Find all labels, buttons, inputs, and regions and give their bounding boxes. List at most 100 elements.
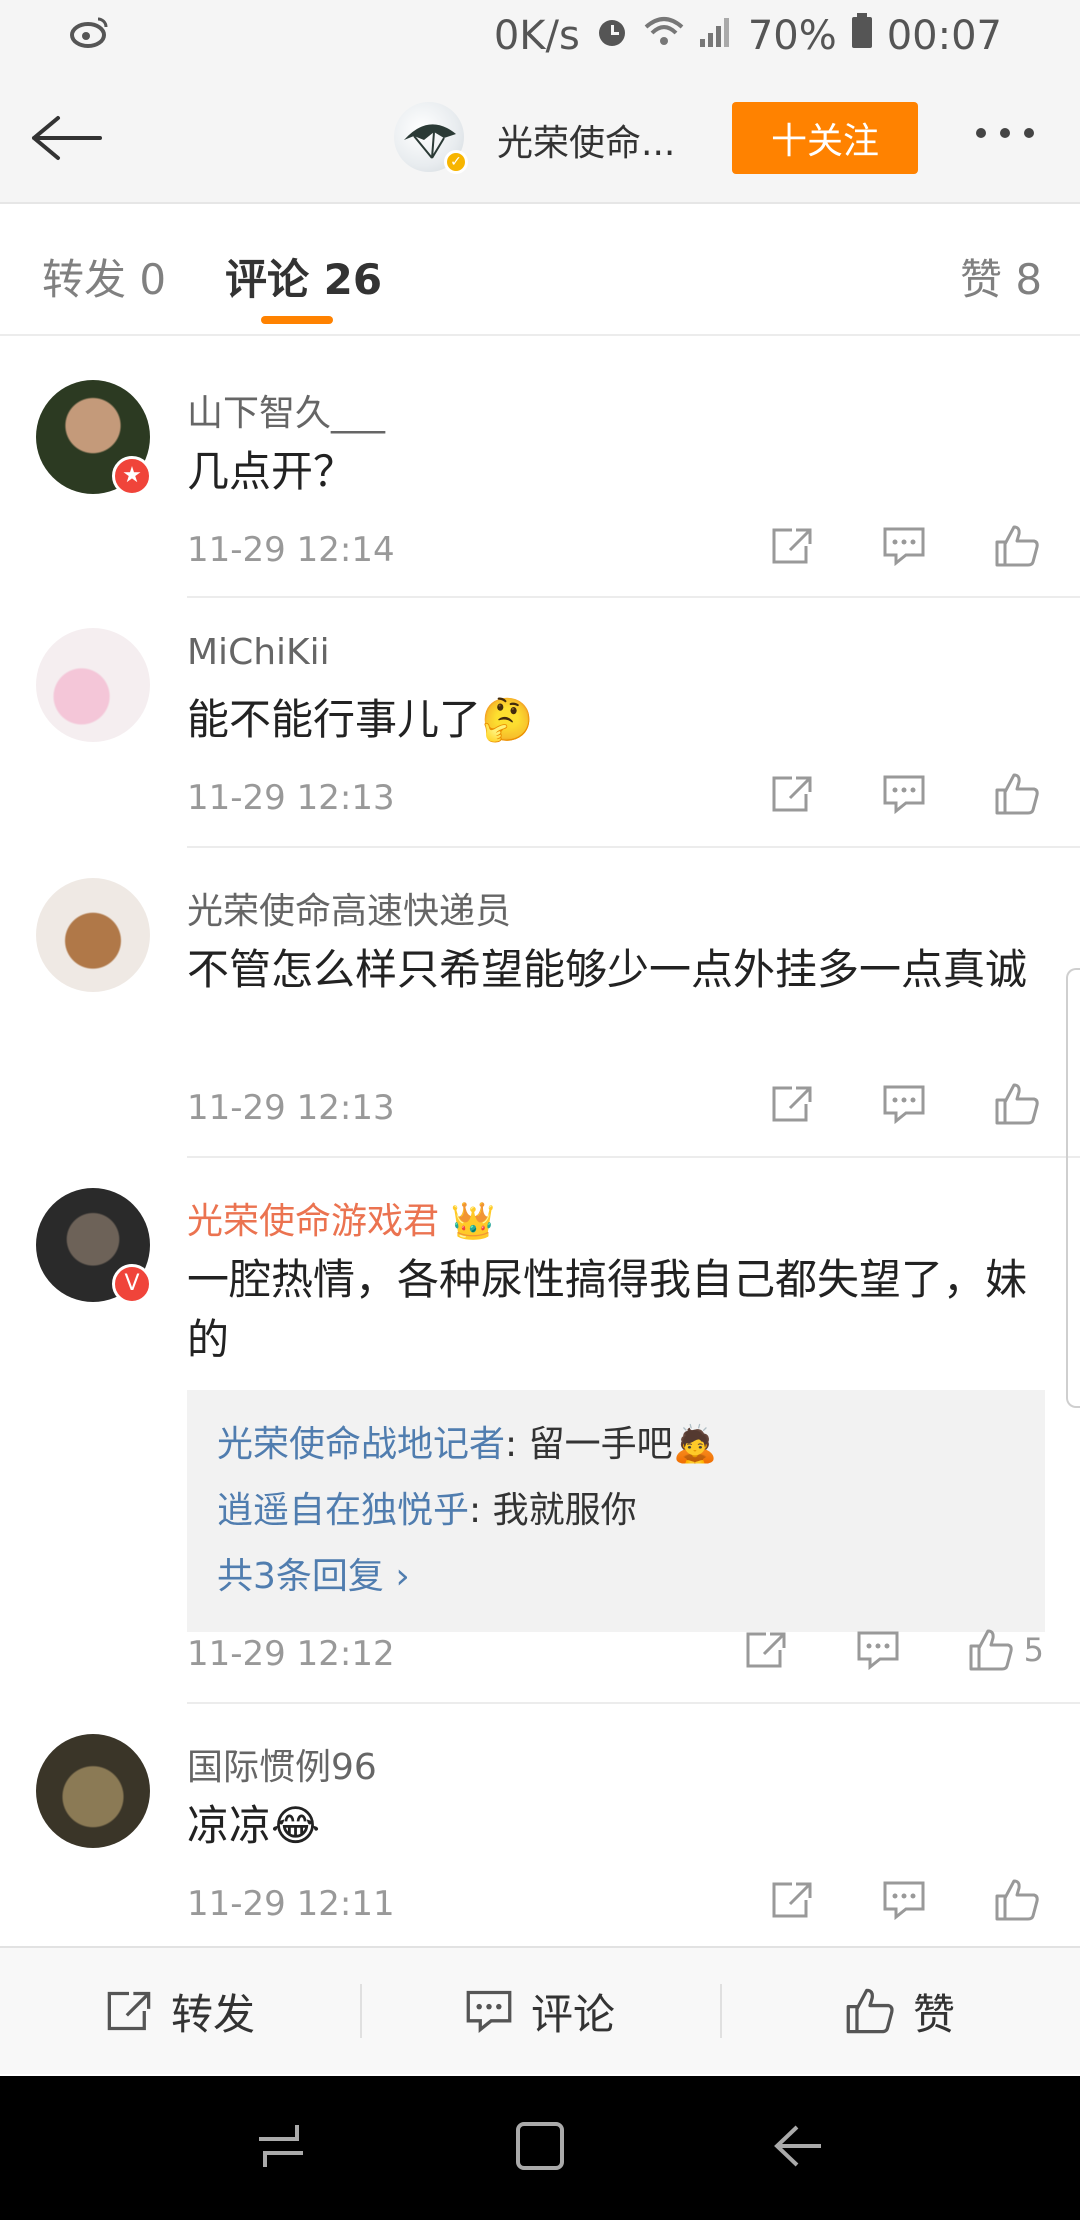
reply-item: 逍遥自在独悦乎: 我就服你 bbox=[217, 1490, 637, 1531]
signal-icon bbox=[698, 13, 734, 59]
share-icon bbox=[772, 776, 812, 812]
share-icon bbox=[772, 1086, 812, 1122]
comment-label: 评论 bbox=[530, 1989, 615, 2039]
like-button[interactable] bbox=[994, 1082, 1050, 1126]
share-icon bbox=[772, 528, 812, 564]
repost-button[interactable]: 转发 bbox=[0, 1948, 360, 2074]
tab-reposts[interactable]: 转发 0 bbox=[42, 246, 166, 307]
recent-apps-icon bbox=[258, 2125, 303, 2167]
comment-text: 能不能行事儿了🤔 bbox=[187, 695, 534, 744]
thumbs-up-icon bbox=[995, 1083, 1039, 1125]
clock: 00:07 bbox=[886, 13, 1002, 59]
like-button[interactable] bbox=[994, 772, 1050, 816]
back-icon bbox=[774, 2125, 822, 2167]
home-icon bbox=[515, 2122, 564, 2170]
comment-icon bbox=[883, 1881, 925, 1920]
thumbs-up-icon bbox=[995, 773, 1039, 815]
reply-author[interactable]: 光荣使命战地记者 bbox=[217, 1424, 505, 1465]
comment-icon bbox=[883, 1085, 925, 1124]
verified-badge-icon: V bbox=[112, 1264, 152, 1304]
thumbs-up-icon bbox=[969, 1629, 1013, 1671]
like-button[interactable] bbox=[994, 1878, 1050, 1922]
more-replies-link[interactable]: 共3条回复 › bbox=[217, 1544, 1015, 1610]
reply-item: 光荣使命战地记者: 留一手吧🙇 bbox=[217, 1424, 718, 1465]
reply-button[interactable] bbox=[856, 1630, 900, 1670]
battery-icon bbox=[851, 13, 873, 59]
back-arrow-icon bbox=[32, 116, 102, 160]
avatar[interactable]: ★ bbox=[36, 380, 152, 496]
back-button[interactable] bbox=[28, 102, 108, 174]
home-button[interactable] bbox=[514, 2120, 566, 2176]
follow-button[interactable]: 十关注 bbox=[732, 102, 918, 174]
account-title[interactable]: 光荣使命... bbox=[497, 114, 675, 166]
recent-apps-button[interactable] bbox=[253, 2121, 309, 2175]
comment-time: 11-29 12:13 bbox=[187, 1088, 395, 1128]
tab-likes[interactable]: 赞 8 bbox=[960, 246, 1042, 307]
crown-icon: 👑 bbox=[450, 1201, 496, 1242]
account-avatar[interactable]: ✓ bbox=[394, 102, 468, 174]
comment-author[interactable]: 山下智久___ bbox=[187, 384, 385, 436]
share-button[interactable] bbox=[770, 526, 814, 566]
avatar[interactable] bbox=[36, 1734, 150, 1848]
like-count: 5 bbox=[1023, 1631, 1044, 1669]
thumbs-up-icon bbox=[846, 1988, 894, 2034]
wifi-icon bbox=[644, 13, 684, 59]
avatar[interactable] bbox=[36, 628, 150, 742]
comment-icon bbox=[883, 775, 925, 814]
like-button[interactable] bbox=[994, 524, 1050, 568]
repost-label: 转发 bbox=[170, 1989, 255, 2039]
comment-button[interactable]: 评论 bbox=[360, 1948, 720, 2074]
system-nav-bar bbox=[0, 2076, 1080, 2220]
more-options-icon[interactable] bbox=[976, 128, 1034, 138]
alarm-icon bbox=[594, 13, 630, 59]
system-back-button[interactable] bbox=[771, 2121, 827, 2175]
comment-author[interactable]: MiChiKii bbox=[187, 632, 330, 673]
net-speed: 0K/s bbox=[493, 13, 580, 59]
share-icon bbox=[746, 1632, 786, 1668]
like-button[interactable]: 赞 bbox=[720, 1948, 1080, 2074]
reply-button[interactable] bbox=[882, 1084, 926, 1124]
comment-icon bbox=[883, 527, 925, 566]
comment-time: 11-29 12:14 bbox=[187, 530, 395, 570]
reply-button[interactable] bbox=[882, 774, 926, 814]
like-button[interactable]: 5 bbox=[968, 1628, 1044, 1672]
share-button[interactable] bbox=[770, 1880, 814, 1920]
share-button[interactable] bbox=[770, 774, 814, 814]
avatar[interactable]: V bbox=[36, 1188, 152, 1304]
thumbs-up-icon bbox=[995, 525, 1039, 567]
active-tab-indicator bbox=[261, 316, 333, 324]
scroll-indicator[interactable] bbox=[1066, 968, 1080, 1408]
like-label: 赞 bbox=[912, 1989, 955, 2039]
comment-author[interactable]: 光荣使命游戏君 👑 bbox=[187, 1192, 495, 1244]
verified-badge-icon: ✓ bbox=[444, 150, 468, 174]
reply-thread[interactable]: 光荣使命战地记者: 留一手吧🙇 逍遥自在独悦乎: 我就服你 共3条回复 › bbox=[187, 1390, 1045, 1632]
comment-text: 不管怎么样只希望能够少一点外挂多一点真诚 bbox=[187, 945, 1028, 994]
status-bar: 0K/s 70% 00:07 bbox=[0, 0, 1080, 72]
comment-icon bbox=[466, 1990, 512, 2033]
comment-text: 几点开？ bbox=[187, 447, 356, 496]
tab-comments[interactable]: 评论 26 bbox=[225, 246, 382, 307]
weibo-notification-icon bbox=[70, 15, 110, 58]
reply-button[interactable] bbox=[882, 526, 926, 566]
share-icon bbox=[772, 1882, 812, 1918]
reply-author[interactable]: 逍遥自在独悦乎 bbox=[217, 1490, 469, 1531]
reply-button[interactable] bbox=[882, 1880, 926, 1920]
comment-list[interactable]: ★ 山下智久___ 几点开？ 11-29 12:14 MiChiKii 能不能行… bbox=[0, 348, 1080, 1946]
share-button[interactable] bbox=[770, 1084, 814, 1124]
share-button[interactable] bbox=[744, 1630, 788, 1670]
top-nav: ✓ 光荣使命... 十关注 bbox=[0, 72, 1080, 204]
battery-percent: 70% bbox=[747, 13, 837, 59]
comment-author[interactable]: 光荣使命高速快递员 bbox=[187, 882, 511, 934]
comment-time: 11-29 12:13 bbox=[187, 778, 395, 818]
share-icon bbox=[107, 1991, 151, 2031]
comment-time: 11-29 12:11 bbox=[187, 1884, 395, 1924]
comment-text: 一腔热情，各种尿性搞得我自己都失望了，妹的 bbox=[187, 1255, 1028, 1364]
comment-time: 11-29 12:12 bbox=[187, 1634, 395, 1674]
tab-bar: 转发 0 评论 26 赞 8 bbox=[0, 206, 1080, 336]
thumbs-up-icon bbox=[995, 1879, 1039, 1921]
bottom-action-bar: 转发 评论 赞 bbox=[0, 1946, 1080, 2074]
comment-icon bbox=[857, 1631, 899, 1670]
avatar[interactable] bbox=[36, 878, 150, 992]
comment-text: 凉凉😂 bbox=[187, 1801, 321, 1850]
comment-author[interactable]: 国际惯例96 bbox=[187, 1738, 377, 1790]
